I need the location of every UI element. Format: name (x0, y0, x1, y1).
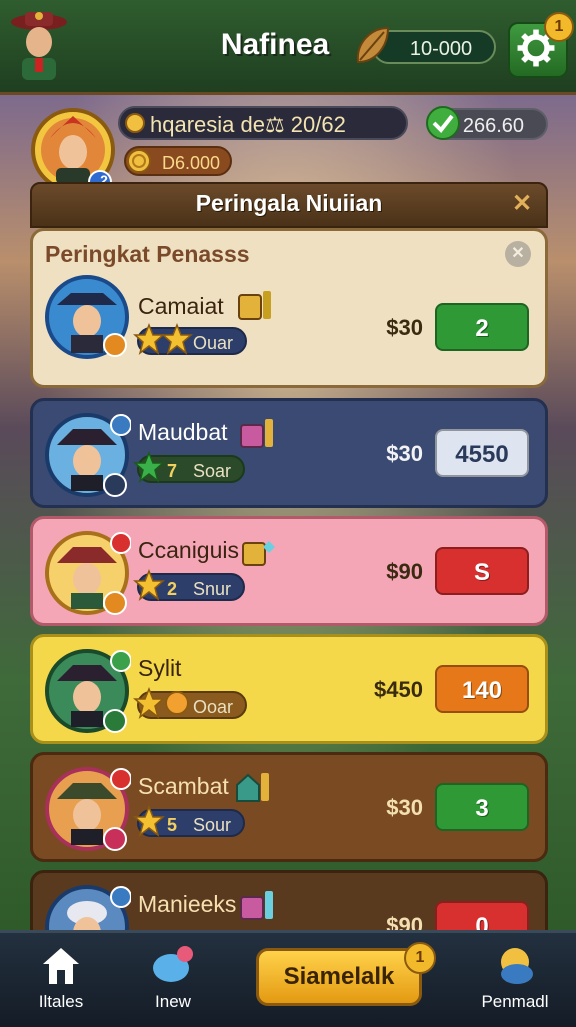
row-avatar (45, 275, 129, 359)
trophy-icon (238, 291, 271, 320)
row-action-button[interactable]: S (435, 547, 529, 595)
gift-icon (240, 891, 273, 920)
nav-new-label: Inew (155, 992, 191, 1011)
row-avatar (45, 413, 131, 497)
hero-avatar[interactable] (8, 8, 70, 82)
leaderboard-row-1[interactable]: Peringkat Penasss ✕ Camaiat Ouar $30 2 (30, 228, 548, 388)
row-price: $30 (386, 441, 423, 466)
main-action-notification: 1 (404, 942, 436, 974)
row-action-button[interactable]: 4550 (435, 429, 529, 477)
row-action-button[interactable]: 2 (435, 303, 529, 351)
leaderboard-row-4[interactable]: Sylit Ooar $450 140 (30, 634, 548, 744)
row-name: Sylit (138, 655, 182, 681)
nav-profile[interactable]: Penmadl (460, 944, 570, 1012)
leaderboard-row-2[interactable]: Maudbat 7 Soar $30 4550 (30, 398, 548, 508)
row-price: $30 (386, 315, 423, 340)
profile-icon (501, 948, 533, 984)
nav-home-label: Iltales (38, 992, 84, 1011)
row-rating: 2 Snur (133, 569, 246, 601)
nav-new[interactable]: Inew (118, 944, 228, 1012)
check-icon (426, 106, 460, 140)
row-rating: Ouar (133, 323, 248, 355)
row-name: Ccaniguis (138, 537, 239, 563)
star-icon (133, 805, 165, 837)
row-price: $90 (386, 559, 423, 584)
row-avatar (45, 767, 131, 851)
nav-profile-label: Penmadl (481, 992, 549, 1011)
home-icon (43, 948, 79, 984)
section-title: Peringkat Penasss (45, 241, 250, 267)
row-avatar (45, 649, 131, 733)
row-rating: 7 Soar (133, 451, 246, 483)
row-avatar (45, 531, 131, 615)
dismiss-icon[interactable]: ✕ (505, 241, 531, 267)
player-name-pill: hqaresia de⚖ 20/62 (118, 106, 408, 140)
row-name: Maudbat (138, 419, 228, 445)
row-name: Manieeks (138, 891, 237, 917)
leaderboard-row-3[interactable]: Ccaniguis 2 Snur $90 S (30, 516, 548, 626)
star-icon (133, 569, 165, 601)
row-price: $30 (386, 795, 423, 820)
coin-icon (165, 691, 189, 715)
chat-icon (153, 946, 193, 982)
gift-icon (240, 419, 273, 448)
row-name: Camaiat (138, 293, 224, 319)
star-icon (133, 451, 165, 483)
row-name: Scambat (138, 773, 229, 799)
row-action-button[interactable]: 140 (435, 665, 529, 713)
house-icon (236, 773, 269, 802)
row-action-button[interactable]: 3 (435, 783, 529, 831)
app-title: Nafinea (220, 28, 330, 61)
star-icon (161, 323, 193, 355)
row-rating: Ooar (133, 687, 248, 719)
leaf-icon (356, 26, 390, 64)
nav-home[interactable]: Iltales (6, 944, 116, 1012)
close-icon[interactable]: ✕ (510, 192, 534, 216)
row-rating: 5 Sour (133, 805, 246, 837)
panel-title: Peringala Niuiian (195, 190, 383, 216)
row-price: $450 (374, 677, 423, 702)
gold-coin-icon (127, 149, 151, 173)
leaderboard-row-5[interactable]: Scambat 5 Sour $30 3 (30, 752, 548, 862)
treasure-icon (242, 541, 275, 566)
settings-notification-badge: 1 (544, 12, 574, 42)
coin-icon (125, 113, 145, 133)
main-action-button[interactable]: Siamelalk (256, 948, 422, 1006)
